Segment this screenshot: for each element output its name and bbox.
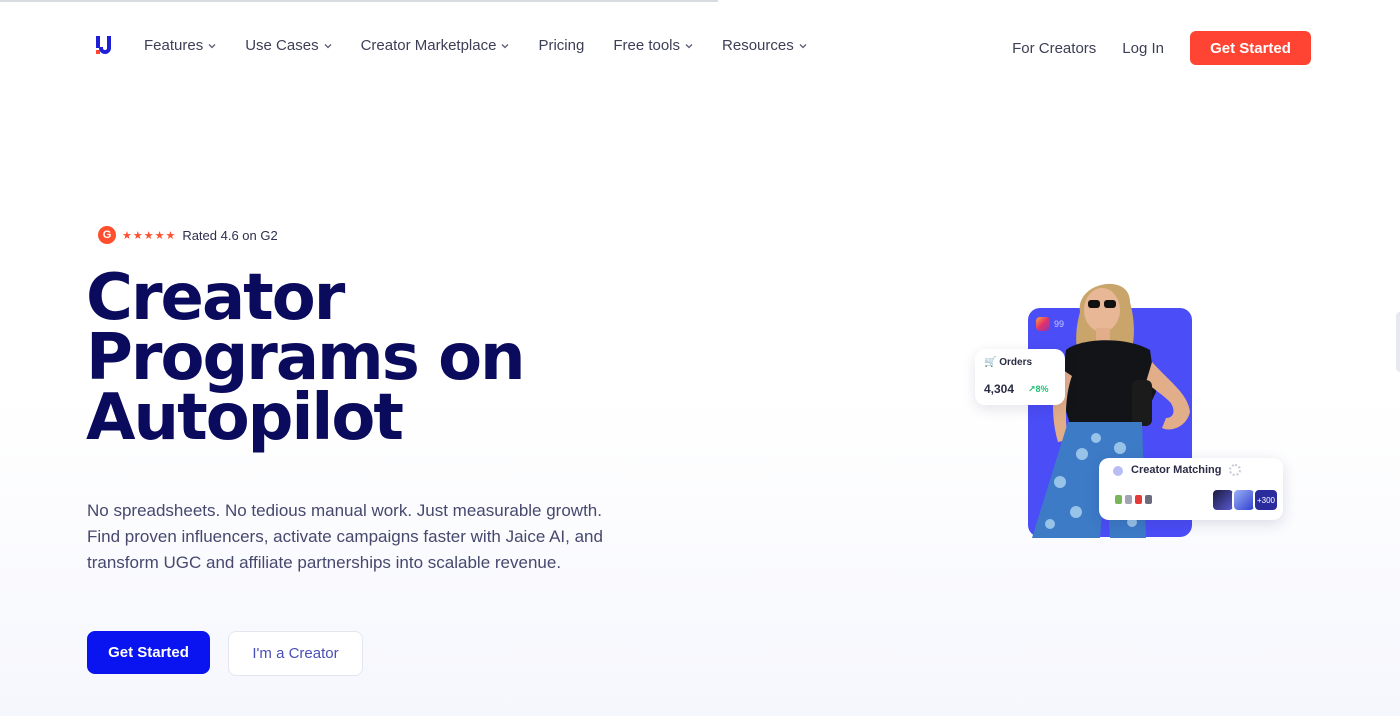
- chevron-down-icon: [324, 43, 332, 48]
- creator-avatars: +300: [1211, 488, 1279, 512]
- orders-label: 🛒 Orders: [984, 357, 1033, 368]
- hero-get-started-button[interactable]: Get Started: [87, 631, 210, 674]
- shopify-icon: [1115, 495, 1122, 504]
- nav-item-label: Resources: [722, 37, 794, 54]
- chevron-down-icon: [208, 43, 216, 48]
- subheading-line: transform UGC and affiliate partnerships…: [87, 553, 562, 572]
- top-navigation: Features Use Cases Creator Marketplace P…: [0, 28, 1400, 66]
- nav-item-use-cases[interactable]: Use Cases: [245, 37, 332, 54]
- headline-line: Programs on: [86, 321, 526, 395]
- nav-item-label: Features: [144, 37, 204, 54]
- nav-item-resources[interactable]: Resources: [722, 37, 807, 54]
- chevron-down-icon: [685, 43, 693, 48]
- side-tab-handle[interactable]: [1396, 312, 1400, 372]
- g2-rating[interactable]: G ★★★★★ Rated 4.6 on G2: [98, 226, 278, 244]
- nav-item-label: Free tools: [613, 37, 681, 54]
- orders-stat-card: 🛒 Orders 4,304 ↗8%: [975, 349, 1065, 405]
- orders-change: ↗8%: [1028, 384, 1049, 394]
- top-border: [0, 0, 718, 2]
- chevron-down-icon: [501, 43, 509, 48]
- headline-line: Creator: [86, 261, 345, 335]
- nav-get-started-button[interactable]: Get Started: [1190, 31, 1311, 65]
- orders-label-text: Orders: [999, 357, 1033, 368]
- avatar-more-count: +300: [1253, 488, 1279, 512]
- nav-item-label: Use Cases: [245, 37, 319, 54]
- subheading-line: Find proven influencers, activate campai…: [87, 527, 603, 546]
- headline-line: Autopilot: [86, 381, 404, 455]
- nav-item-label: Pricing: [538, 37, 585, 54]
- chevron-down-icon: [799, 43, 807, 48]
- im-a-creator-button[interactable]: I'm a Creator: [228, 631, 363, 676]
- rating-text: Rated 4.6 on G2: [182, 227, 278, 243]
- nav-item-pricing[interactable]: Pricing: [538, 37, 584, 54]
- creator-matching-card: Creator Matching +300: [1099, 458, 1283, 520]
- orders-change-value: 8%: [1035, 384, 1049, 394]
- hero-subheading: No spreadsheets. No tedious manual work.…: [87, 498, 647, 576]
- subheading-line: No spreadsheets. No tedious manual work.…: [87, 501, 602, 520]
- nav-item-free-tools[interactable]: Free tools: [613, 37, 693, 54]
- status-dot-icon: [1113, 466, 1123, 476]
- loading-spinner-icon: [1229, 464, 1241, 476]
- creator-matching-label: Creator Matching: [1131, 464, 1222, 476]
- g2-logo-icon: G: [98, 226, 116, 244]
- nav-item-features[interactable]: Features: [144, 37, 216, 54]
- nav-links: Features Use Cases Creator Marketplace P…: [144, 37, 836, 54]
- brand-logo-icon: [1145, 495, 1152, 504]
- login-link[interactable]: Log In: [1122, 40, 1164, 57]
- brand-logo-icon: [1135, 495, 1142, 504]
- orders-value: 4,304: [984, 382, 1015, 396]
- brand-logo-icon: [1125, 495, 1132, 504]
- star-rating-icon: ★★★★★: [122, 229, 177, 242]
- brand-logo-icon[interactable]: [94, 34, 116, 56]
- for-creators-link[interactable]: For Creators: [1012, 40, 1096, 57]
- nav-item-label: Creator Marketplace: [360, 37, 497, 54]
- hero-headline: Creator Programs on Autopilot: [86, 261, 646, 455]
- nav-item-creator-marketplace[interactable]: Creator Marketplace: [361, 37, 510, 54]
- nav-actions: For Creators Log In Get Started: [1012, 31, 1311, 65]
- brand-logos: [1115, 495, 1152, 504]
